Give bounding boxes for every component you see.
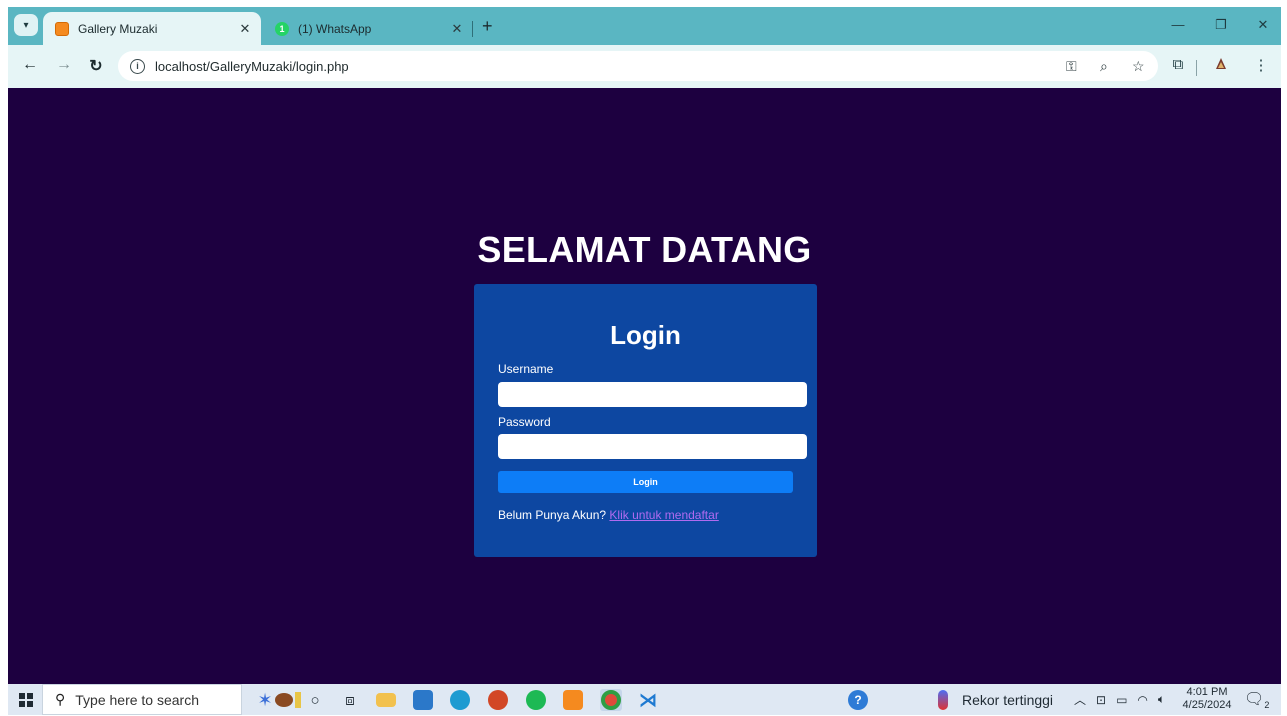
- puzzle-icon[interactable]: ⧉: [1168, 56, 1188, 73]
- forward-arrow-icon[interactable]: →: [54, 56, 74, 74]
- toolbar-divider: [1196, 60, 1197, 76]
- minimize-button[interactable]: —: [1168, 17, 1188, 32]
- xampp-favicon-icon: [55, 21, 69, 36]
- clock-date: 4/25/2024: [1182, 699, 1232, 711]
- signup-prompt-text: Belum Punya Akun?: [498, 508, 607, 522]
- store-icon[interactable]: [413, 689, 433, 711]
- news-widget-icon[interactable]: ✶: [252, 689, 306, 711]
- taskbar-search[interactable]: ⚲ Type here to search: [42, 684, 242, 715]
- cortana-icon[interactable]: ○: [305, 689, 325, 711]
- back-arrow-icon[interactable]: ←: [20, 56, 40, 74]
- spotify-icon[interactable]: [526, 689, 546, 711]
- reload-icon[interactable]: ↻: [86, 56, 106, 76]
- volume-icon[interactable]: 🔈︎: [1158, 692, 1165, 707]
- file-explorer-icon[interactable]: [376, 689, 396, 711]
- close-window-button[interactable]: ✕: [1253, 17, 1273, 33]
- help-icon[interactable]: ?: [848, 689, 868, 711]
- signup-link[interactable]: Klik untuk mendaftar: [609, 508, 718, 522]
- chevron-up-icon[interactable]: ︿: [1074, 691, 1086, 708]
- system-tray: ︿ ⊡ ▭ ◠ 🔈︎: [1074, 684, 1165, 715]
- clock-time: 4:01 PM: [1186, 686, 1228, 698]
- zoom-icon[interactable]: ⌕: [1100, 58, 1108, 75]
- whatsapp-favicon-icon: 1: [275, 21, 289, 36]
- weather-widget[interactable]: Rekor tertinggi: [938, 684, 1053, 715]
- restore-button[interactable]: ❐: [1211, 17, 1231, 33]
- url-text[interactable]: localhost/GalleryMuzaki/login.php: [155, 59, 349, 74]
- close-icon[interactable]: ✕: [447, 21, 467, 37]
- key-icon[interactable]: ⚿: [1066, 58, 1077, 75]
- tab-divider: [472, 21, 473, 37]
- page-viewport: SELAMAT DATANG Login Username Password L…: [8, 88, 1281, 684]
- notification-icon[interactable]: 🗨︎2: [1244, 689, 1269, 710]
- search-icon: ⚲: [55, 691, 66, 707]
- battery-icon[interactable]: ▭: [1116, 693, 1127, 707]
- address-bar[interactable]: i localhost/GalleryMuzaki/login.php ⚿ ⌕ …: [118, 51, 1158, 81]
- notification-count: 2: [1264, 700, 1270, 711]
- tab-title: (1) WhatsApp: [298, 21, 372, 36]
- chevron-down-icon[interactable]: ▾: [14, 14, 38, 36]
- tab-whatsapp[interactable]: 1 (1) WhatsApp ✕: [261, 12, 473, 45]
- login-title: Login: [610, 320, 681, 350]
- star-icon[interactable]: ☆: [1132, 58, 1145, 75]
- weather-text: Rekor tertinggi: [962, 691, 1054, 708]
- tab-title: Gallery Muzaki: [78, 21, 158, 36]
- username-label: Username: [498, 362, 554, 376]
- search-placeholder: Type here to search: [75, 691, 200, 708]
- windows-start-icon[interactable]: [16, 689, 36, 711]
- new-tab-button[interactable]: +: [482, 16, 493, 37]
- login-card: Login Username Password Login Belum Puny…: [474, 284, 817, 557]
- clock[interactable]: 4:01 PM 4/25/2024: [1177, 686, 1237, 712]
- info-icon[interactable]: i: [130, 58, 145, 74]
- task-view-icon[interactable]: ⧈: [340, 689, 360, 711]
- xampp-icon[interactable]: [563, 689, 583, 711]
- password-label: Password: [498, 415, 551, 429]
- tab-gallery-muzaki[interactable]: Gallery Muzaki ✕: [43, 12, 261, 45]
- login-button[interactable]: Login: [498, 471, 793, 493]
- tab-strip: ▾ Gallery Muzaki ✕ 1 (1) WhatsApp ✕ + — …: [8, 7, 1281, 45]
- screen: ▾ Gallery Muzaki ✕ 1 (1) WhatsApp ✕ + — …: [8, 7, 1281, 715]
- edge-icon[interactable]: [450, 689, 470, 711]
- kebab-menu-icon[interactable]: ⋮: [1251, 56, 1271, 74]
- username-field[interactable]: [498, 382, 807, 407]
- signup-prompt: Belum Punya Akun? Klik untuk mendaftar: [498, 508, 719, 522]
- profile-icon[interactable]: [1211, 56, 1231, 76]
- password-field[interactable]: [498, 434, 807, 459]
- close-icon[interactable]: ✕: [235, 21, 255, 37]
- usb-icon[interactable]: ⊡: [1096, 693, 1106, 707]
- page-title: SELAMAT DATANG: [477, 229, 812, 270]
- thermometer-icon: [938, 689, 948, 710]
- wifi-icon[interactable]: ◠: [1137, 693, 1147, 707]
- vscode-icon[interactable]: ⋊: [638, 689, 658, 711]
- taskbar: ⚲ Type here to search ✶ ○ ⧈ ⋊ ? Rekor te…: [8, 684, 1281, 715]
- browser-toolbar: ← → ↻ i localhost/GalleryMuzaki/login.ph…: [8, 45, 1281, 88]
- powerpoint-icon[interactable]: [488, 689, 508, 711]
- chrome-icon[interactable]: [600, 689, 622, 711]
